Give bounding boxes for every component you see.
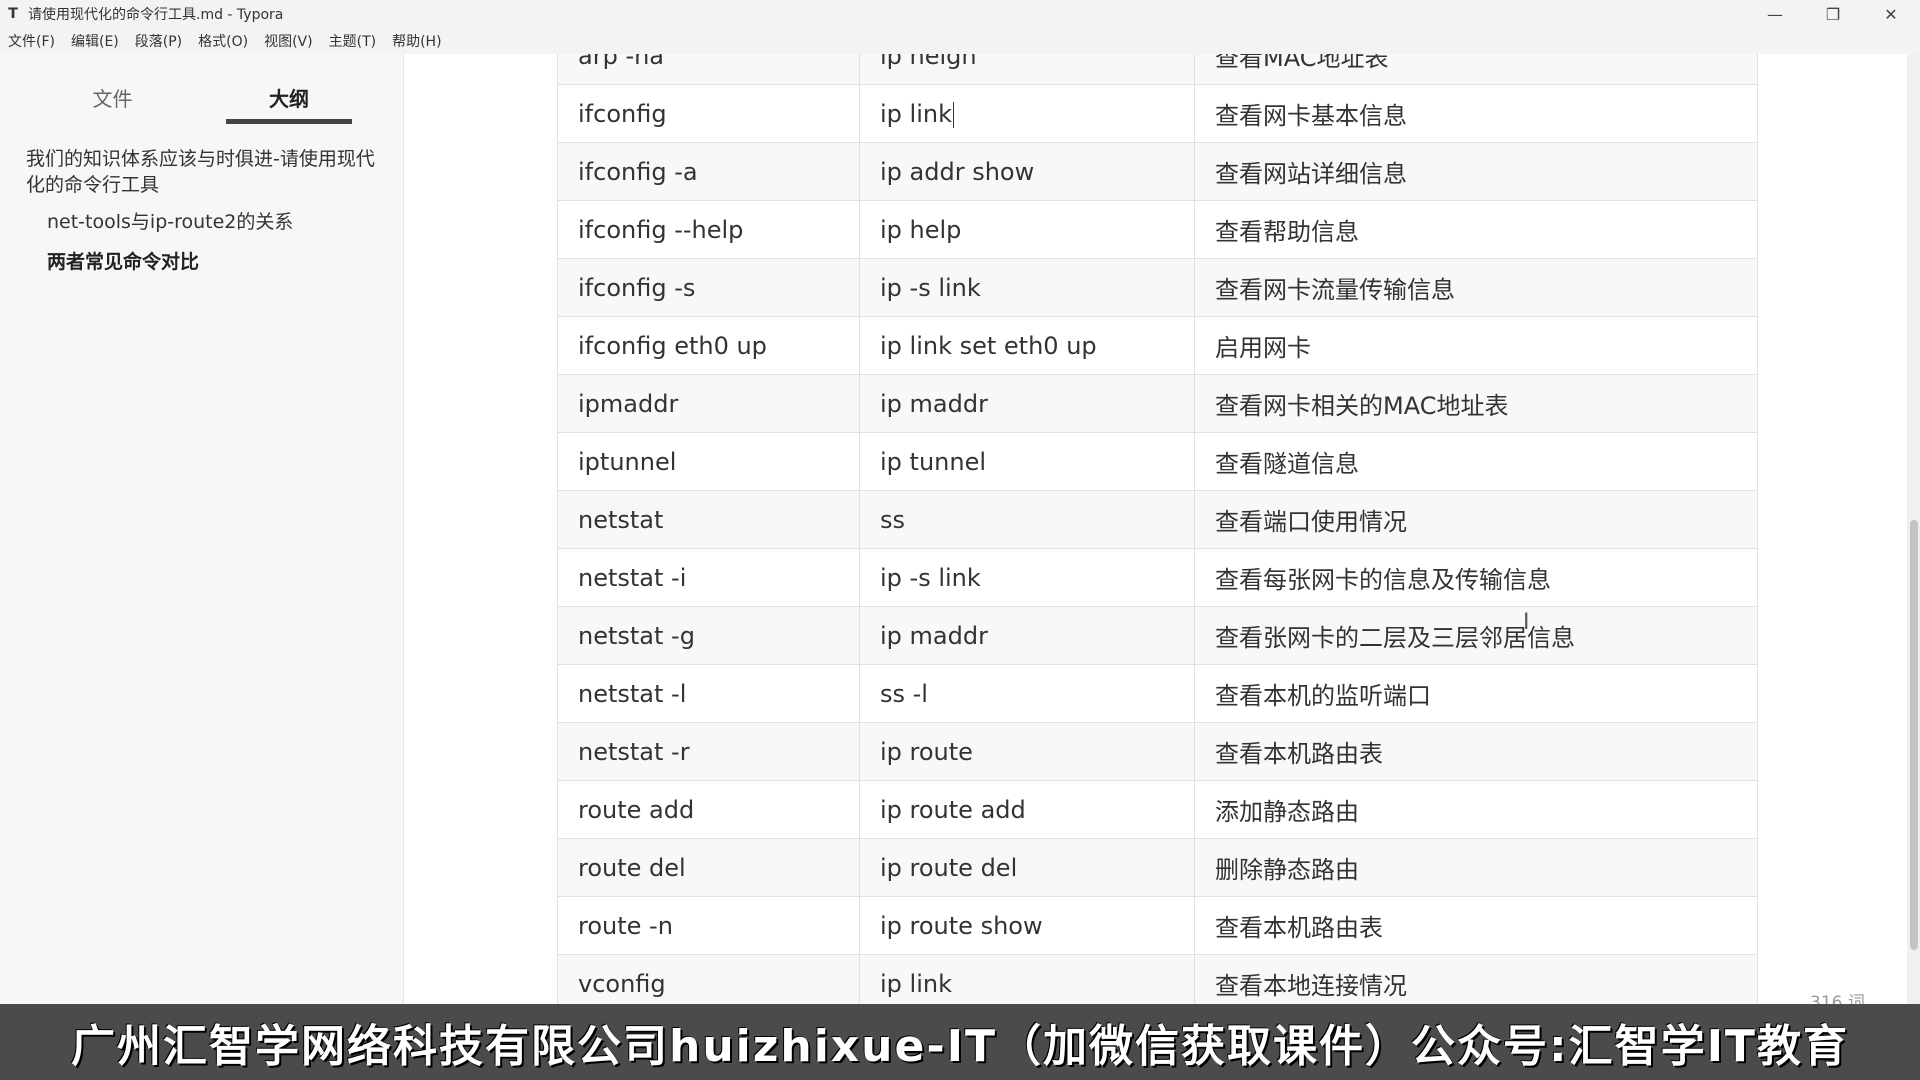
description-cell[interactable]: 查看帮助信息 <box>1194 200 1758 259</box>
text-caret <box>952 101 954 128</box>
iproute2-cell[interactable]: ip route add <box>859 780 1195 839</box>
description-cell[interactable]: 查看本地连接情况 <box>1194 954 1758 1004</box>
iproute2-cell[interactable]: ip -s link <box>859 548 1195 607</box>
net-tools-cell[interactable]: netstat -i <box>557 548 860 607</box>
net-tools-cell[interactable]: route add <box>557 780 860 839</box>
typora-app-icon: T <box>8 6 18 22</box>
outline-item-heading-1[interactable]: 我们的知识体系应该与时俱进-请使用现代化的命令行工具 <box>0 146 404 198</box>
description-cell[interactable]: 删除静态路由 <box>1194 838 1758 897</box>
iproute2-cell[interactable]: ip neigh <box>859 54 1195 85</box>
net-tools-cell[interactable]: arp -na <box>557 54 860 85</box>
net-tools-cell[interactable]: ifconfig eth0 up <box>557 316 860 375</box>
net-tools-cell[interactable]: ifconfig --help <box>557 200 860 259</box>
description-cell[interactable]: 查看网站详细信息 <box>1194 142 1758 201</box>
iproute2-cell[interactable]: ip maddr <box>859 606 1195 665</box>
tab-files[interactable]: 文件 <box>60 74 165 124</box>
sidebar: 文件 大纲 我们的知识体系应该与时俱进-请使用现代化的命令行工具 net-too… <box>0 54 404 1004</box>
iproute2-cell[interactable]: ip link set eth0 up <box>859 316 1195 375</box>
table-row: netstat ss 查看端口使用情况 <box>557 490 1758 549</box>
table-row: ipmaddr ip maddr 查看网卡相关的MAC地址表 <box>557 374 1758 433</box>
menu-file[interactable]: 文件(F) <box>0 31 63 51</box>
description-cell[interactable]: 查看网卡流量传输信息 <box>1194 258 1758 317</box>
table-row: ifconfig eth0 up ip link set eth0 up 启用网卡 <box>557 316 1758 375</box>
iproute2-cell[interactable]: ss -l <box>859 664 1195 723</box>
net-tools-cell[interactable]: iptunnel <box>557 432 860 491</box>
caption-text: 广州汇智学网络科技有限公司huizhixue-IT（加微信获取课件）公众号:汇智… <box>71 1021 1849 1072</box>
description-cell[interactable]: 添加静态路由 <box>1194 780 1758 839</box>
description-cell[interactable]: 查看张网卡的二层及三层邻居信息 <box>1194 606 1758 665</box>
iproute2-cell[interactable]: ip route show <box>859 896 1195 955</box>
net-tools-cell[interactable]: ifconfig <box>557 84 860 143</box>
description-cell[interactable]: 查看本机的监听端口 <box>1194 664 1758 723</box>
net-tools-cell[interactable]: netstat <box>557 490 860 549</box>
menu-theme[interactable]: 主题(T) <box>321 31 384 51</box>
menu-edit[interactable]: 编辑(E) <box>63 31 127 51</box>
table-row: ifconfig -s ip -s link 查看网卡流量传输信息 <box>557 258 1758 317</box>
title-bar: T 请使用现代化的命令行工具.md - Typora — ❐ ✕ <box>0 0 1920 28</box>
tab-outline[interactable]: 大纲 <box>226 74 352 124</box>
description-cell[interactable]: 查看MAC地址表 <box>1194 54 1758 85</box>
vertical-scrollbar[interactable] <box>1907 54 1920 1004</box>
net-tools-cell[interactable]: route -n <box>557 896 860 955</box>
table-row: route del ip route del 删除静态路由 <box>557 838 1758 897</box>
iproute2-cell[interactable]: ss <box>859 490 1195 549</box>
iproute2-cell[interactable]: ip addr show <box>859 142 1195 201</box>
net-tools-cell[interactable]: ifconfig -a <box>557 142 860 201</box>
description-cell[interactable]: 查看本机路由表 <box>1194 722 1758 781</box>
table-row: netstat -l ss -l 查看本机的监听端口 <box>557 664 1758 723</box>
net-tools-cell[interactable]: vconfig <box>557 954 860 1004</box>
table-row: netstat -r ip route 查看本机路由表 <box>557 722 1758 781</box>
table-row: arp -na ip neigh 查看MAC地址表 <box>557 54 1758 85</box>
table-row: route add ip route add 添加静态路由 <box>557 780 1758 839</box>
iproute2-cell[interactable]: ip route del <box>859 838 1195 897</box>
net-tools-cell[interactable]: netstat -g <box>557 606 860 665</box>
net-tools-cell[interactable]: netstat -r <box>557 722 860 781</box>
table-row: ifconfig ip link 查看网卡基本信息 <box>557 84 1758 143</box>
iproute2-cell[interactable]: ip route <box>859 722 1195 781</box>
editor-content[interactable]: arp -na ip neigh 查看MAC地址表 ifconfig ip link 查看… <box>405 54 1920 1004</box>
command-comparison-table: arp -na ip neigh 查看MAC地址表 ifconfig ip link 查看… <box>557 54 1758 1004</box>
close-button[interactable]: ✕ <box>1862 0 1920 28</box>
table-row: ifconfig --help ip help 查看帮助信息 <box>557 200 1758 259</box>
scrollbar-thumb[interactable] <box>1910 520 1918 950</box>
net-tools-cell[interactable]: route del <box>557 838 860 897</box>
iproute2-cell[interactable]: ip maddr <box>859 374 1195 433</box>
maximize-button[interactable]: ❐ <box>1804 0 1862 28</box>
text-cursor-icon: I <box>1523 610 1530 635</box>
table-row: vconfig ip link 查看本地连接情况 <box>557 954 1758 1004</box>
description-cell[interactable]: 查看端口使用情况 <box>1194 490 1758 549</box>
description-cell[interactable]: 查看本机路由表 <box>1194 896 1758 955</box>
iproute2-cell[interactable]: ip tunnel <box>859 432 1195 491</box>
window-title: 请使用现代化的命令行工具.md - Typora <box>28 7 284 23</box>
table-row: ifconfig -a ip addr show 查看网站详细信息 <box>557 142 1758 201</box>
iproute2-cell[interactable]: ip -s link <box>859 258 1195 317</box>
table-row: iptunnel ip tunnel 查看隧道信息 <box>557 432 1758 491</box>
iproute2-cell[interactable]: ip link <box>859 954 1195 1004</box>
description-cell[interactable]: 查看网卡相关的MAC地址表 <box>1194 374 1758 433</box>
description-cell[interactable]: 查看隧道信息 <box>1194 432 1758 491</box>
menu-view[interactable]: 视图(V) <box>256 31 321 51</box>
description-cell[interactable]: 查看网卡基本信息 <box>1194 84 1758 143</box>
menu-bar: 文件(F) 编辑(E) 段落(P) 格式(O) 视图(V) 主题(T) 帮助(H… <box>0 28 1920 54</box>
outline-item-heading-3[interactable]: 两者常见命令对比 <box>0 249 404 275</box>
menu-help[interactable]: 帮助(H) <box>384 31 449 51</box>
net-tools-cell[interactable]: ifconfig -s <box>557 258 860 317</box>
table-row: route -n ip route show 查看本机路由表 <box>557 896 1758 955</box>
iproute2-cell[interactable]: ip help <box>859 200 1195 259</box>
menu-format[interactable]: 格式(O) <box>190 31 256 51</box>
table-row: netstat -i ip -s link 查看每张网卡的信息及传输信息 <box>557 548 1758 607</box>
caption-banner: 广州汇智学网络科技有限公司huizhixue-IT（加微信获取课件）公众号:汇智… <box>0 1004 1920 1080</box>
net-tools-cell[interactable]: ipmaddr <box>557 374 860 433</box>
description-cell[interactable]: 查看每张网卡的信息及传输信息 <box>1194 548 1758 607</box>
outline-item-heading-2[interactable]: net-tools与ip-route2的关系 <box>0 209 404 235</box>
window-controls: — ❐ ✕ <box>1746 0 1920 28</box>
outline-list: 我们的知识体系应该与时俱进-请使用现代化的命令行工具 net-tools与ip-… <box>0 146 404 289</box>
menu-paragraph[interactable]: 段落(P) <box>127 31 190 51</box>
net-tools-cell[interactable]: netstat -l <box>557 664 860 723</box>
sidebar-tabs: 文件 大纲 <box>0 74 404 144</box>
minimize-button[interactable]: — <box>1746 0 1804 28</box>
table-row: netstat -g ip maddr 查看张网卡的二层及三层邻居信息 <box>557 606 1758 665</box>
iproute2-cell[interactable]: ip link <box>859 84 1195 143</box>
description-cell[interactable]: 启用网卡 <box>1194 316 1758 375</box>
